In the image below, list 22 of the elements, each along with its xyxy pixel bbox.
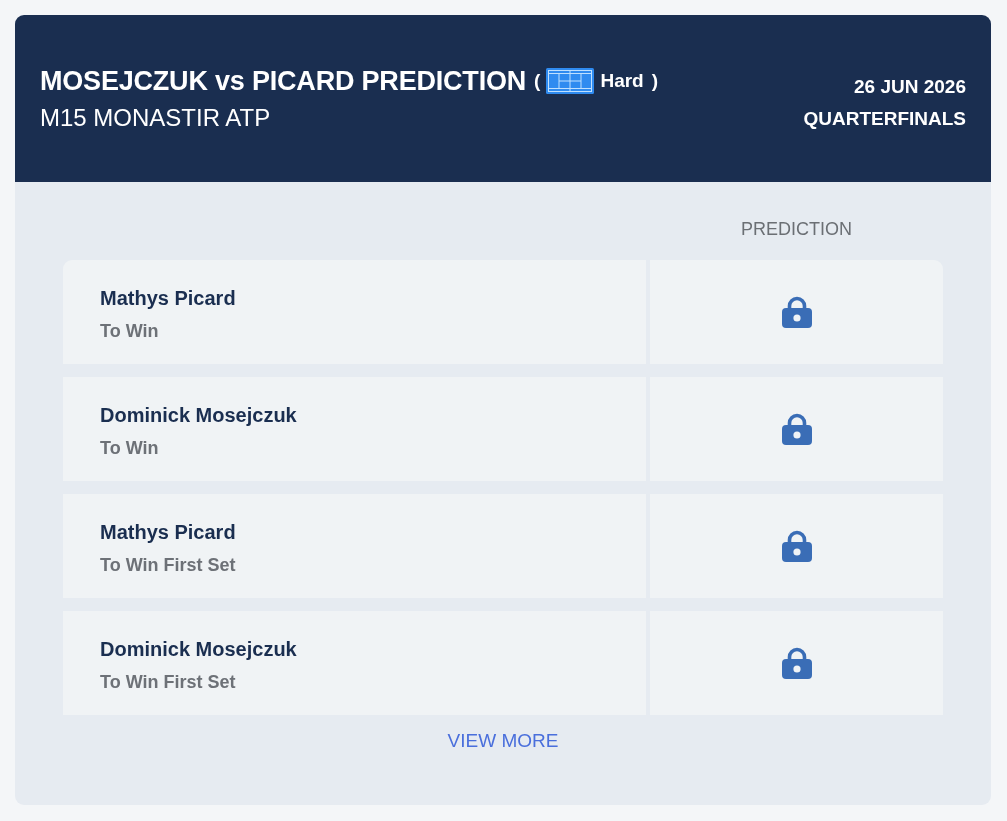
match-round: QUARTERFINALS <box>803 107 966 131</box>
column-header: PREDICTION <box>741 218 852 241</box>
lock-icon[interactable] <box>781 530 812 562</box>
market-label: To Win <box>100 320 160 343</box>
match-title: MOSEJCZUK vs PICARD PREDICTION <box>40 65 527 98</box>
lock-icon[interactable] <box>781 296 812 328</box>
market-label: To Win <box>100 437 160 460</box>
surface-label: Hard <box>600 69 644 93</box>
lock-icon[interactable] <box>781 413 812 445</box>
player-name: Mathys Picard <box>100 286 237 311</box>
tournament-name: M15 MONASTIR ATP <box>40 103 272 133</box>
view-more-link[interactable]: VIEW MORE <box>447 729 559 753</box>
player-name: Dominick Mosejczuk <box>100 403 298 428</box>
court-icon <box>546 68 595 94</box>
match-date: 26 JUN 2026 <box>854 75 966 99</box>
close-bracket: ) <box>651 69 659 93</box>
open-bracket: ( <box>534 69 541 93</box>
player-name: Mathys Picard <box>100 520 237 545</box>
market-label: To Win First Set <box>100 671 237 694</box>
lock-icon[interactable] <box>781 647 812 679</box>
player-name: Dominick Mosejczuk <box>100 637 298 662</box>
market-label: To Win First Set <box>100 554 237 577</box>
